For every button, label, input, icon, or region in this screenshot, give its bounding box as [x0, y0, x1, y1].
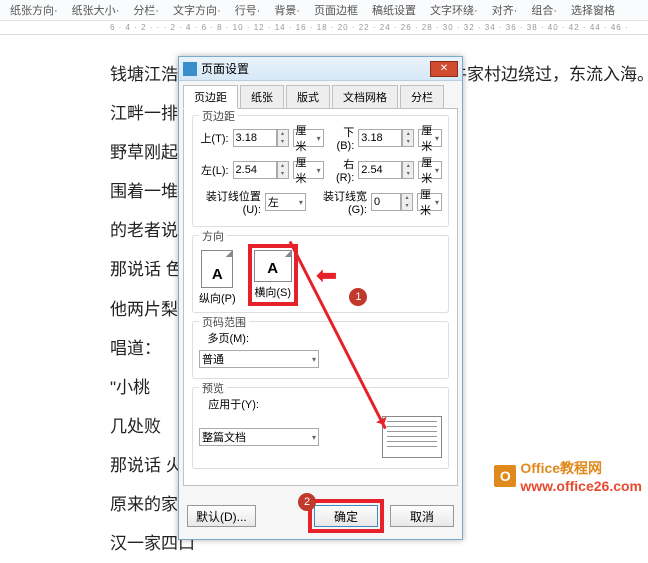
spinner[interactable]: ▴▾ [277, 129, 289, 147]
portrait-label: 纵向(P) [199, 290, 236, 306]
close-button[interactable]: ✕ [430, 61, 458, 77]
tab-layout[interactable]: 版式 [286, 85, 330, 109]
ribbon-item[interactable]: 文字环绕· [430, 2, 478, 18]
gutter-width-unit[interactable]: 厘米 [417, 193, 442, 211]
left-input[interactable] [233, 161, 277, 179]
top-input[interactable] [233, 129, 277, 147]
multipage-label: 多页(M): [199, 330, 249, 346]
tab-grid[interactable]: 文档网格 [332, 85, 398, 109]
ribbon-item[interactable]: 组合· [531, 2, 557, 18]
margins-group: 页边距 上(T): ▴▾ 厘米 下(B): ▴▾ 厘米 左(L): ▴▾ 厘米 … [192, 115, 449, 227]
horizontal-ruler: 6 · 4 · 2 · · · 2 · 4 · 6 · 8 · 10 · 12 … [0, 21, 648, 35]
ok-button[interactable]: 确定 [314, 505, 378, 527]
right-input[interactable] [358, 161, 402, 179]
right-label: 右(R): [328, 156, 355, 184]
bottom-label: 下(B): [328, 124, 355, 152]
spinner[interactable]: ▴▾ [402, 129, 414, 147]
callout-1: 1 [349, 288, 367, 306]
gutter-pos-combo[interactable]: 左 [265, 193, 306, 211]
multipage-combo[interactable]: 普通 [199, 350, 319, 368]
apply-label: 应用于(Y): [199, 396, 259, 412]
ribbon-item[interactable]: 稿纸设置 [372, 2, 416, 18]
watermark: O Office教程网 www.office26.com [494, 458, 642, 494]
landscape-label: 横向(S) [254, 284, 292, 300]
group-label: 方向 [199, 228, 227, 244]
group-label: 预览 [199, 380, 227, 396]
ribbon: 纸张方向· 纸张大小· 分栏· 文字方向· 行号· 背景· 页面边框 稿纸设置 … [0, 0, 648, 21]
app-icon [183, 62, 197, 76]
ribbon-item[interactable]: 文字方向· [173, 2, 221, 18]
ribbon-item[interactable]: 纸张方向· [10, 2, 58, 18]
ribbon-item[interactable]: 纸张大小· [72, 2, 120, 18]
tab-columns[interactable]: 分栏 [400, 85, 444, 109]
right-unit[interactable]: 厘米 [418, 161, 442, 179]
ribbon-item[interactable]: 行号· [235, 2, 261, 18]
logo-icon: O [494, 465, 516, 487]
ribbon-item[interactable]: 选择窗格 [571, 2, 615, 18]
top-unit[interactable]: 厘米 [293, 129, 324, 147]
default-button[interactable]: 默认(D)... [187, 505, 256, 527]
portrait-option[interactable]: A 纵向(P) [199, 250, 236, 306]
spinner[interactable]: ▴▾ [402, 161, 414, 179]
group-label: 页码范围 [199, 314, 249, 330]
ribbon-item[interactable]: 页面边框 [314, 2, 358, 18]
cancel-button[interactable]: 取消 [390, 505, 454, 527]
ribbon-item[interactable]: 分栏· [133, 2, 159, 18]
group-label: 页边距 [199, 108, 238, 124]
callout-2: 2 [298, 493, 316, 511]
left-label: 左(L): [199, 162, 229, 178]
gutter-pos-label: 装订线位置(U): [199, 188, 261, 216]
spinner[interactable]: ▴▾ [277, 161, 289, 179]
preview-thumbnail [382, 416, 442, 458]
dialog-titlebar[interactable]: 页面设置 ✕ [179, 57, 462, 81]
spinner[interactable]: ▴▾ [401, 193, 413, 211]
dialog-panel: 页边距 上(T): ▴▾ 厘米 下(B): ▴▾ 厘米 左(L): ▴▾ 厘米 … [183, 108, 458, 486]
tab-margins[interactable]: 页边距 [183, 85, 238, 109]
watermark-url: www.office26.com [520, 478, 642, 494]
left-unit[interactable]: 厘米 [293, 161, 324, 179]
bottom-input[interactable] [358, 129, 402, 147]
dialog-tabs: 页边距 纸张 版式 文档网格 分栏 [179, 81, 462, 109]
gutter-width-input[interactable] [371, 193, 401, 211]
tab-paper[interactable]: 纸张 [240, 85, 284, 109]
preview-group: 预览 应用于(Y): 整篇文档 [192, 387, 449, 469]
pages-group: 页码范围 多页(M): 普通 [192, 321, 449, 379]
landscape-option[interactable]: A 横向(S) [254, 250, 292, 300]
watermark-brand: Office教程网 [520, 458, 642, 478]
apply-combo[interactable]: 整篇文档 [199, 428, 319, 446]
ribbon-item[interactable]: 背景· [274, 2, 300, 18]
bottom-unit[interactable]: 厘米 [418, 129, 442, 147]
ribbon-item[interactable]: 对齐· [492, 2, 518, 18]
dialog-title: 页面设置 [201, 60, 249, 77]
top-label: 上(T): [199, 130, 229, 146]
gutter-width-label: 装订线宽(G): [310, 188, 367, 216]
arrow-icon: ⬅ [316, 260, 338, 291]
